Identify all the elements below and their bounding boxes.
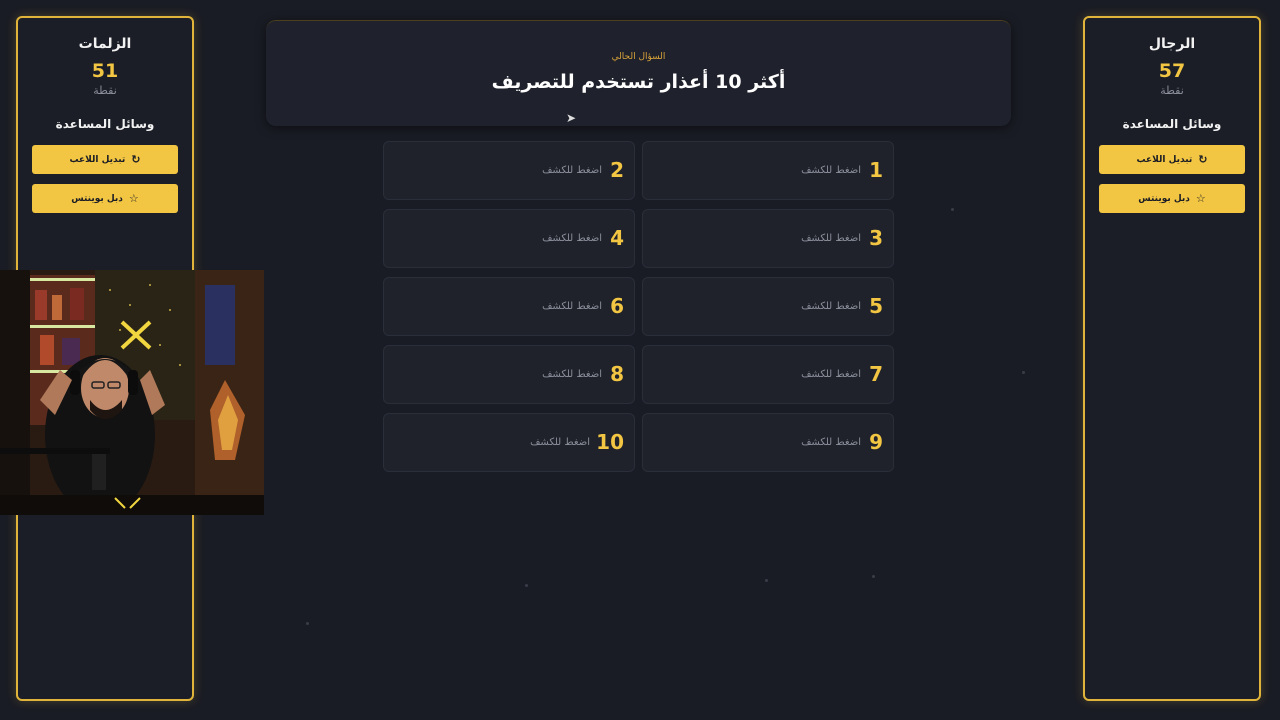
answer-number: 10 <box>596 430 624 454</box>
answer-card-1[interactable]: 1 اضغط للكشف <box>642 141 894 200</box>
background-particle <box>951 208 954 211</box>
answer-reveal-hint: اضغط للكشف <box>542 233 602 244</box>
answer-reveal-hint: اضغط للكشف <box>801 165 861 176</box>
mouse-cursor-icon: ➤ <box>566 111 577 125</box>
left-switch-player-button[interactable]: ↻ تبديل اللاعب <box>32 145 178 174</box>
right-double-points-label: دبل بوينتس <box>1138 193 1190 204</box>
background-particle <box>765 579 768 582</box>
left-double-points-label: دبل بوينتس <box>71 193 123 204</box>
left-switch-player-label: تبديل اللاعب <box>69 154 126 165</box>
right-team-score: 57 <box>1158 60 1186 82</box>
answer-card-3[interactable]: 3 اضغط للكشف <box>642 209 894 268</box>
answer-number: 4 <box>610 226 624 250</box>
right-team-points-label: نقطة <box>1160 84 1184 97</box>
answer-reveal-hint: اضغط للكشف <box>801 369 861 380</box>
answer-number: 1 <box>869 158 883 182</box>
answer-number: 6 <box>610 294 624 318</box>
left-team-points-label: نقطة <box>93 84 117 97</box>
answer-reveal-hint: اضغط للكشف <box>542 165 602 176</box>
answer-reveal-hint: اضغط للكشف <box>530 437 590 448</box>
right-team-name: الرجال <box>1148 36 1196 52</box>
answer-number: 2 <box>610 158 624 182</box>
answer-card-6[interactable]: 6 اضغط للكشف <box>383 277 635 336</box>
answer-number: 9 <box>869 430 883 454</box>
right-team-panel: الرجال 57 نقطة وسائل المساعدة ↻ تبديل ال… <box>1083 16 1261 701</box>
left-team-aids-title: وسائل المساعدة <box>55 117 155 131</box>
webcam-scene <box>0 270 264 515</box>
answer-reveal-hint: اضغط للكشف <box>542 369 602 380</box>
current-question-text: أكثر 10 أعذار تستخدم للتصريف <box>491 71 786 93</box>
left-team-score: 51 <box>91 60 119 82</box>
star-icon: ☆ <box>128 192 139 205</box>
answer-card-7[interactable]: 7 اضغط للكشف <box>642 345 894 404</box>
answer-number: 3 <box>869 226 883 250</box>
webcam-overlay <box>0 270 264 515</box>
background-particle <box>872 575 875 578</box>
current-question-label: السؤال الحالي <box>611 52 666 62</box>
answer-reveal-hint: اضغط للكشف <box>801 437 861 448</box>
answer-card-10[interactable]: 10 اضغط للكشف <box>383 413 635 472</box>
left-double-points-button[interactable]: ☆ دبل بوينتس <box>32 184 178 213</box>
refresh-icon: ↻ <box>1198 153 1208 166</box>
answer-reveal-hint: اضغط للكشف <box>801 233 861 244</box>
answer-card-9[interactable]: 9 اضغط للكشف <box>642 413 894 472</box>
background-particle <box>525 584 528 587</box>
left-team-name: الزلمات <box>78 36 132 52</box>
answer-number: 7 <box>869 362 883 386</box>
background-particle <box>306 622 309 625</box>
current-question-box: السؤال الحالي أكثر 10 أعذار تستخدم للتصر… <box>266 20 1011 126</box>
refresh-icon: ↻ <box>131 153 141 166</box>
right-team-aids-title: وسائل المساعدة <box>1122 117 1222 131</box>
answer-number: 8 <box>610 362 624 386</box>
star-icon: ☆ <box>1195 192 1206 205</box>
answer-reveal-hint: اضغط للكشف <box>801 301 861 312</box>
answer-number: 5 <box>869 294 883 318</box>
background-particle <box>1022 371 1025 374</box>
right-switch-player-label: تبديل اللاعب <box>1136 154 1193 165</box>
answer-card-8[interactable]: 8 اضغط للكشف <box>383 345 635 404</box>
right-switch-player-button[interactable]: ↻ تبديل اللاعب <box>1099 145 1245 174</box>
answer-card-4[interactable]: 4 اضغط للكشف <box>383 209 635 268</box>
answer-card-5[interactable]: 5 اضغط للكشف <box>642 277 894 336</box>
answer-card-2[interactable]: 2 اضغط للكشف <box>383 141 635 200</box>
answer-reveal-hint: اضغط للكشف <box>542 301 602 312</box>
right-double-points-button[interactable]: ☆ دبل بوينتس <box>1099 184 1245 213</box>
